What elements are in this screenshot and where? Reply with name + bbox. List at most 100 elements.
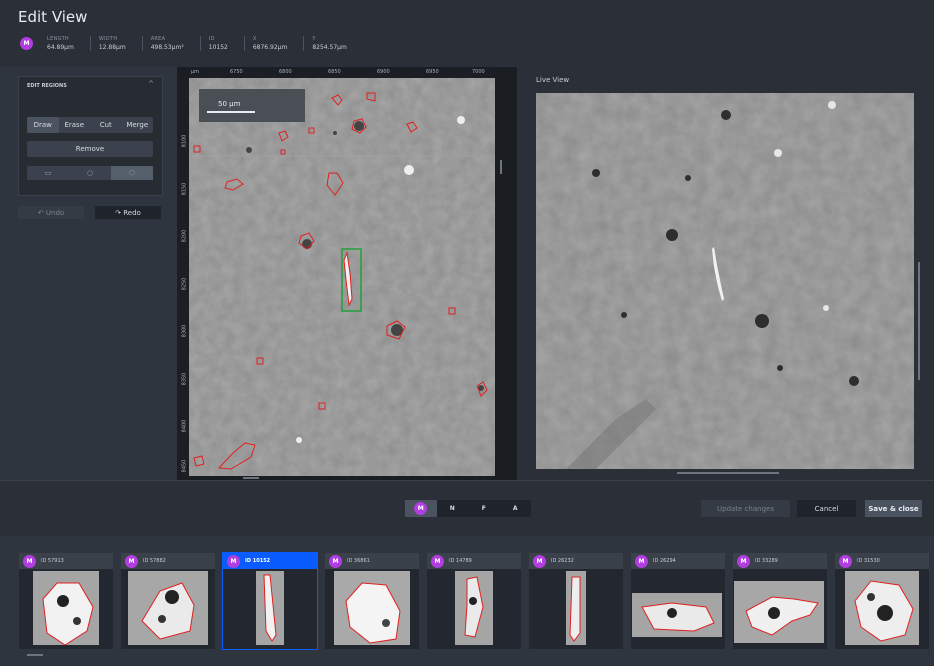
stat-id: ID 10152 — [199, 35, 238, 51]
thumbnail-id: ID 57913 — [41, 558, 64, 564]
live-view-horizontal-scrollbar[interactable] — [677, 472, 779, 474]
classification-mode-selector: M N F A — [405, 500, 531, 517]
thumbnail-image — [632, 593, 722, 637]
stat-width: WIDTH 12.88µm — [89, 35, 136, 51]
region-tool-selector: Draw Erase Cut Merge — [27, 117, 153, 133]
page-title: Edit View — [18, 8, 88, 26]
thumbnail-id: ID 31530 — [857, 558, 880, 564]
thumbnail-image — [734, 581, 824, 643]
ruler-tick: 8300 — [181, 324, 188, 338]
thumbnail-id: ID 10152 — [245, 558, 271, 564]
thumbnail-id: ID 33289 — [755, 558, 778, 564]
mode-badge: M — [635, 554, 648, 568]
thumbnail-image — [566, 571, 586, 645]
particle-thumbnail[interactable]: M ID 57882 — [121, 553, 215, 649]
live-view-image[interactable] — [536, 93, 914, 469]
draw-tool-button[interactable]: Draw — [27, 117, 59, 133]
mode-m-button[interactable]: M — [405, 500, 437, 517]
mode-badge: M — [329, 554, 342, 568]
ruler-tick: 8400 — [181, 419, 188, 433]
ruler-unit: µm — [191, 69, 200, 75]
thumbnail-image — [128, 571, 208, 645]
stat-y: Y 8254.57µm — [303, 35, 356, 51]
particle-stats: M LENGTH 64.89µm WIDTH 12.88µm AREA 498.53µ… — [20, 33, 357, 53]
thumbnail-image — [33, 571, 99, 645]
thumbnail-id: ID 26294 — [653, 558, 676, 564]
ruler-tick: 8100 — [181, 134, 188, 148]
thumbnail-image — [455, 571, 493, 645]
update-changes-button[interactable]: Update changes — [701, 500, 790, 517]
scale-bar: 50 µm — [199, 89, 305, 122]
cut-tool-button[interactable]: Cut — [90, 117, 122, 133]
live-view-vertical-scrollbar[interactable] — [918, 262, 920, 380]
rectangle-shape-icon[interactable]: ▭ — [27, 166, 69, 180]
particle-thumbnail[interactable]: M ID 14789 — [427, 553, 521, 649]
undo-button[interactable]: ↶ Undo — [18, 206, 84, 219]
particle-thumbnail[interactable]: M ID 31530 — [835, 553, 929, 649]
ruler-tick: 6750 — [230, 69, 243, 75]
particle-thumbnail[interactable]: M ID 26294 — [631, 553, 725, 649]
collapse-icon[interactable]: ^ — [148, 80, 154, 88]
thumbnail-image — [334, 571, 410, 645]
mode-badge: M — [125, 554, 138, 568]
sem-image-edit[interactable] — [189, 78, 495, 476]
divider — [0, 480, 934, 481]
thumbnail-id: ID 36861 — [347, 558, 370, 564]
edit-regions-title: EDIT REGIONS — [27, 83, 67, 89]
scale-bar-label: 50 µm — [218, 100, 241, 108]
ruler-tick: 6850 — [328, 69, 341, 75]
ruler-tick: 6950 — [426, 69, 439, 75]
mode-f-button[interactable]: F — [468, 500, 500, 517]
scale-bar-line — [207, 111, 255, 113]
erase-tool-button[interactable]: Erase — [59, 117, 91, 133]
mode-badge: M — [431, 554, 444, 568]
stat-x: X 6876.92µm — [243, 35, 297, 51]
thumbnail-id: ID 14789 — [449, 558, 472, 564]
ruler-tick: 8250 — [181, 277, 188, 291]
filmstrip-scrollbar[interactable] — [27, 654, 43, 656]
stat-area: AREA 498.53µm² — [141, 35, 194, 51]
mode-badge: M — [737, 554, 750, 568]
particle-thumbnail[interactable]: M ID 26232 — [529, 553, 623, 649]
ruler-tick: 6900 — [377, 69, 390, 75]
redo-button[interactable]: ↷ Redo — [95, 206, 161, 219]
mode-badge: M — [533, 554, 546, 568]
thumbnail-id: ID 26232 — [551, 558, 574, 564]
ruler-tick: 7000 — [472, 69, 485, 75]
ruler-tick: 8350 — [181, 372, 188, 386]
ruler-tick: 8150 — [181, 182, 188, 196]
micrograph-svg[interactable] — [189, 78, 495, 476]
live-view-label: Live View — [536, 76, 570, 84]
particle-thumbnail[interactable]: M ID 33289 — [733, 553, 827, 649]
particle-thumbnail[interactable]: M ID 36861 — [325, 553, 419, 649]
ruler-tick: 8450 — [181, 459, 188, 473]
thumbnail-image — [845, 571, 919, 645]
mode-a-button[interactable]: A — [500, 500, 532, 517]
mode-badge: M — [20, 36, 33, 50]
stat-length: LENGTH 64.89µm — [47, 35, 74, 51]
particle-thumbnail-selected[interactable]: M ID 10152 — [222, 552, 318, 650]
mode-badge: M — [227, 554, 240, 568]
polygon-shape-icon[interactable]: ⬡ — [111, 166, 153, 180]
brush-shape-selector: ▭ ○ ⬡ — [27, 166, 153, 180]
live-micrograph-svg — [536, 93, 914, 469]
circle-shape-icon[interactable]: ○ — [69, 166, 111, 180]
remove-button[interactable]: Remove — [27, 141, 153, 157]
thumbnail-image — [256, 571, 284, 645]
particle-thumbnail[interactable]: M ID 57913 — [19, 553, 113, 649]
edit-regions-panel: EDIT REGIONS ^ Draw Erase Cut Merge Remo… — [18, 76, 163, 196]
vertical-ruler: 8100 8150 8200 8250 8300 8350 8400 8450 — [177, 78, 189, 476]
ruler-tick: 8200 — [181, 229, 188, 243]
mode-badge: M — [414, 502, 428, 515]
horizontal-ruler: µm 6750 6800 6850 6900 6950 7000 — [189, 67, 495, 78]
save-close-button[interactable]: Save & close — [865, 500, 922, 517]
horizontal-scrollbar[interactable] — [243, 477, 259, 479]
thumbnail-id: ID 57882 — [143, 558, 166, 564]
mode-badge: M — [839, 554, 852, 568]
cancel-button[interactable]: Cancel — [797, 500, 856, 517]
mode-badge: M — [23, 554, 36, 568]
mode-n-button[interactable]: N — [437, 500, 469, 517]
vertical-scrollbar[interactable] — [500, 160, 502, 174]
ruler-tick: 6800 — [279, 69, 292, 75]
merge-tool-button[interactable]: Merge — [122, 117, 154, 133]
